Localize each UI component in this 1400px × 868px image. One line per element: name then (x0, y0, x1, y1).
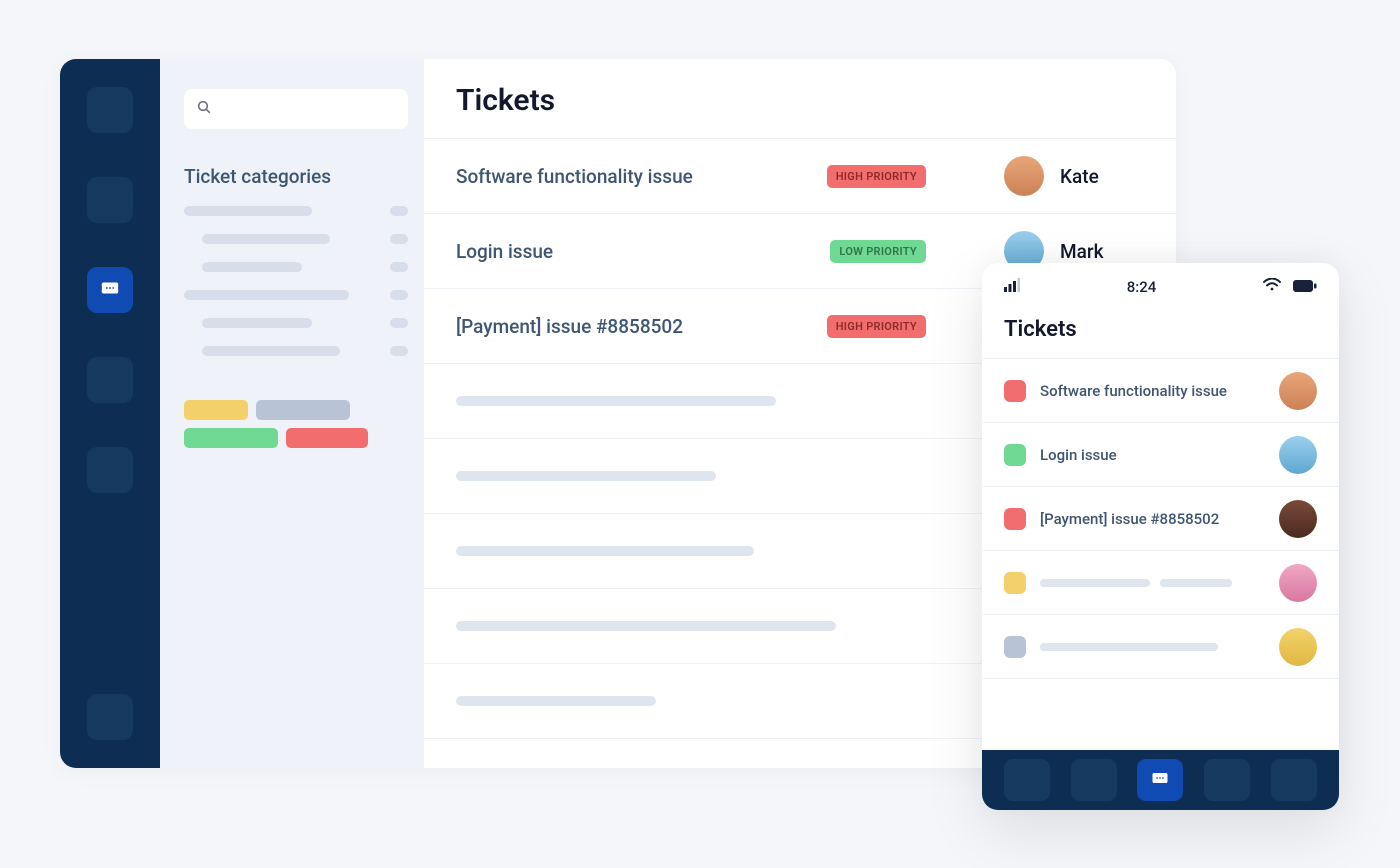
page-title: Tickets (456, 83, 1144, 118)
mobile-ticket-row[interactable]: Login issue (982, 423, 1339, 487)
signal-icon (1004, 278, 1020, 296)
priority-badge-high: HIGH PRIORITY (827, 315, 926, 338)
nav-item-1[interactable] (87, 87, 133, 133)
main-header: Tickets (424, 59, 1176, 139)
mobile-nav-item-2[interactable] (1071, 759, 1117, 801)
ticket-title: Login issue (1040, 446, 1265, 464)
assignee: Kate (1004, 156, 1144, 196)
priority-badge-high: HIGH PRIORITY (827, 165, 926, 188)
category-item[interactable] (184, 262, 408, 272)
ticket-title: Login issue (456, 240, 553, 263)
avatar (1279, 564, 1317, 602)
mobile-ticket-row-placeholder[interactable] (982, 615, 1339, 679)
category-item[interactable] (184, 290, 408, 300)
skeleton (1040, 579, 1150, 587)
avatar (1279, 500, 1317, 538)
skeleton (456, 621, 836, 631)
priority-dot-high (1004, 508, 1026, 530)
priority-dot-high (1004, 380, 1026, 402)
ticket-icon (99, 277, 121, 303)
skeleton (456, 546, 754, 556)
status-time: 8:24 (1127, 278, 1157, 296)
nav-rail (60, 59, 160, 768)
search-icon (196, 99, 212, 119)
category-list (184, 206, 408, 356)
mobile-app-window: 8:24 Tickets Software functionality issu… (982, 263, 1339, 810)
search-input[interactable] (184, 89, 408, 129)
mobile-nav-item-tickets[interactable] (1137, 759, 1183, 801)
mobile-header: Tickets (982, 311, 1339, 359)
skeleton (456, 471, 716, 481)
nav-item-5[interactable] (87, 447, 133, 493)
ticket-title: [Payment] issue #8858502 (1040, 510, 1265, 528)
nav-item-2[interactable] (87, 177, 133, 223)
skeleton (1160, 579, 1232, 587)
category-item[interactable] (184, 206, 408, 216)
avatar (1004, 156, 1044, 196)
nav-item-tickets[interactable] (87, 267, 133, 313)
priority-dot-placeholder (1004, 636, 1026, 658)
mobile-nav-item-5[interactable] (1271, 759, 1317, 801)
tag-green[interactable] (184, 428, 278, 448)
nav-item-4[interactable] (87, 357, 133, 403)
category-item[interactable] (184, 318, 408, 328)
mobile-ticket-row[interactable]: [Payment] issue #8858502 (982, 487, 1339, 551)
status-bar: 8:24 (982, 263, 1339, 311)
ticket-title: [Payment] issue #8858502 (456, 315, 683, 338)
mobile-title: Tickets (1004, 317, 1317, 342)
ticket-title: Software functionality issue (1040, 382, 1265, 400)
assignee-name: Mark (1060, 240, 1103, 263)
categories-heading: Ticket categories (184, 165, 408, 188)
sidebar: Ticket categories (160, 59, 424, 768)
mobile-nav (982, 750, 1339, 810)
avatar (1279, 372, 1317, 410)
category-item[interactable] (184, 346, 408, 356)
mobile-ticket-row[interactable]: Software functionality issue (982, 359, 1339, 423)
mobile-ticket-row-placeholder[interactable] (982, 551, 1339, 615)
skeleton (1040, 643, 1218, 651)
category-item[interactable] (184, 234, 408, 244)
ticket-title: Software functionality issue (456, 165, 693, 188)
avatar (1279, 628, 1317, 666)
priority-dot-placeholder (1004, 572, 1026, 594)
mobile-ticket-list: Software functionality issue Login issue… (982, 359, 1339, 750)
tag-gray[interactable] (256, 400, 350, 420)
tag-filters (184, 400, 408, 448)
mobile-nav-item-4[interactable] (1204, 759, 1250, 801)
assignee-name: Kate (1060, 165, 1099, 188)
tag-yellow[interactable] (184, 400, 248, 420)
tag-red[interactable] (286, 428, 368, 448)
nav-item-bottom[interactable] (87, 694, 133, 740)
skeleton (456, 396, 776, 406)
mobile-nav-item-1[interactable] (1004, 759, 1050, 801)
avatar (1279, 436, 1317, 474)
wifi-icon (1263, 278, 1281, 296)
priority-dot-low (1004, 444, 1026, 466)
ticket-icon (1150, 768, 1170, 792)
skeleton (456, 696, 656, 706)
battery-icon (1293, 278, 1317, 296)
ticket-row[interactable]: Software functionality issue HIGH PRIORI… (424, 139, 1176, 214)
priority-badge-low: LOW PRIORITY (830, 240, 926, 263)
